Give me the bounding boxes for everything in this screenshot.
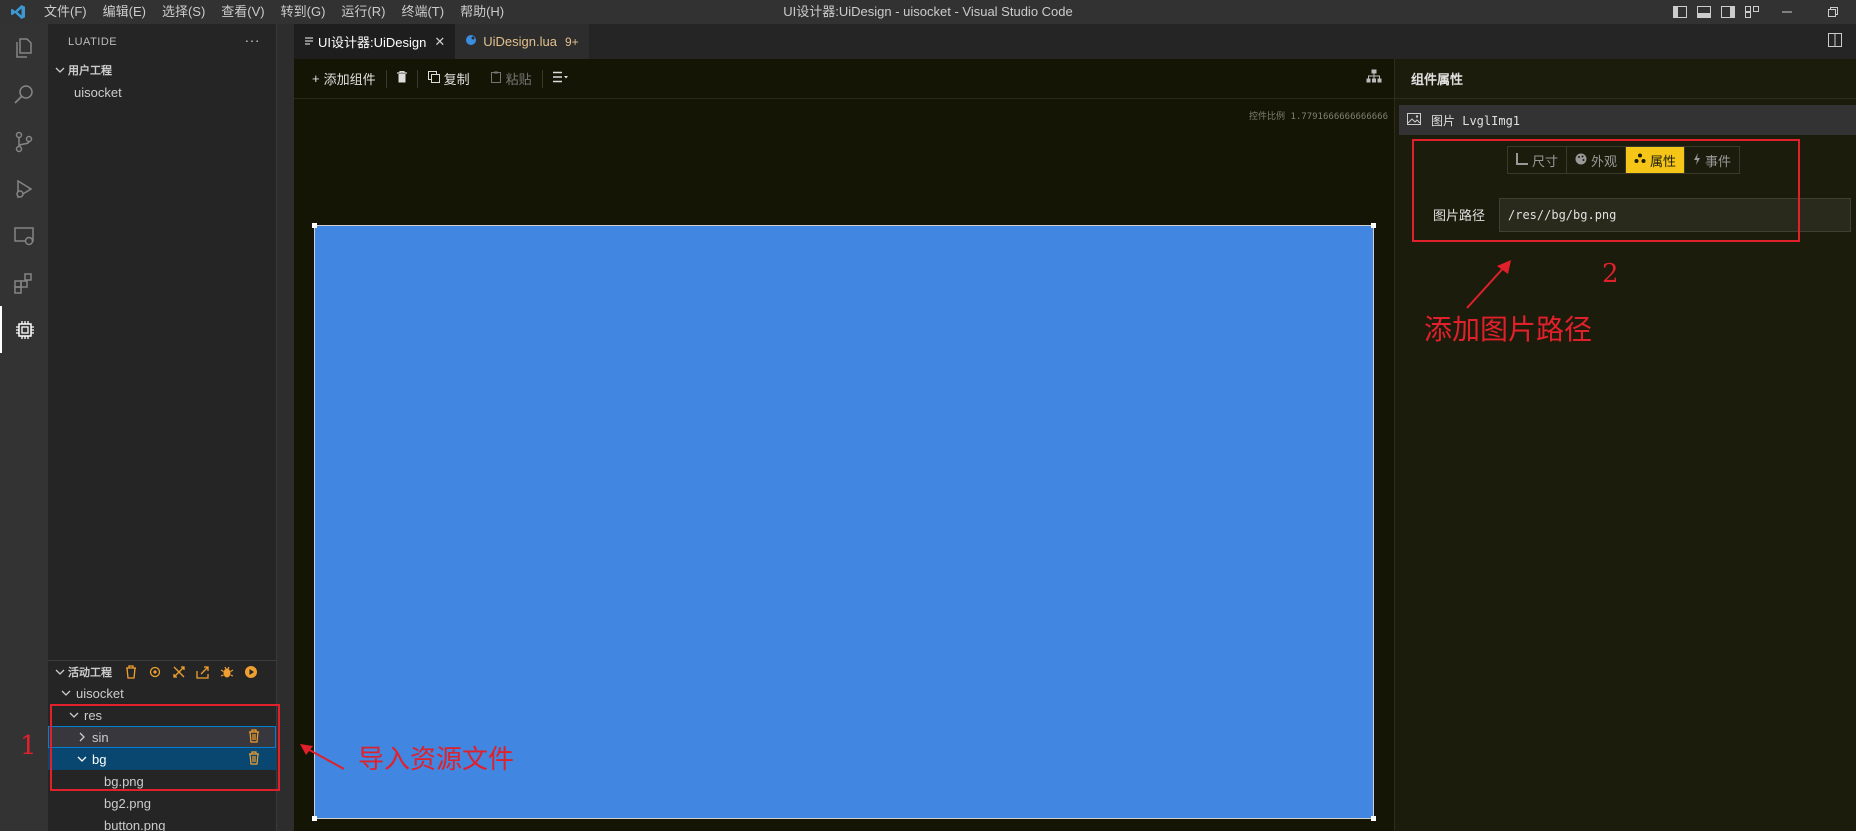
designer-toolbar: + 添加组件 复制 粘贴 (294, 59, 1394, 99)
search-icon[interactable] (0, 71, 48, 118)
menu-run[interactable]: 运行(R) (333, 0, 393, 24)
tree-file-bg2-png[interactable]: bg2.png (48, 792, 276, 814)
delete-button[interactable] (387, 65, 417, 93)
trash-icon (396, 70, 407, 86)
menu-view[interactable]: 查看(V) (213, 0, 272, 24)
tab-badge: 9+ (564, 34, 579, 49)
editor-tabs: UI设计器:UiDesign ✕ UiDesign.lua 9+ (294, 24, 1856, 59)
delete-project-icon[interactable] (122, 663, 140, 681)
paste-button[interactable]: 粘贴 (480, 65, 542, 93)
ui-designer: + 添加组件 复制 粘贴 控件比例 1.7791666666666666 (294, 59, 1394, 831)
tree-root-label: uisocket (76, 685, 124, 701)
tree-item-root[interactable]: uisocket (48, 682, 276, 704)
user-project-item-label: uisocket (74, 84, 122, 100)
toggle-sidebar-icon[interactable] (1668, 0, 1692, 24)
restore-button[interactable] (1810, 0, 1856, 24)
tab-uidesign-lua[interactable]: UiDesign.lua 9+ (455, 24, 589, 59)
tab-uidesign[interactable]: UI设计器:UiDesign ✕ (294, 24, 456, 59)
more-actions-icon[interactable]: ··· (245, 32, 261, 48)
toggle-panel-icon[interactable] (1692, 0, 1716, 24)
user-project-item[interactable]: uisocket (48, 81, 276, 103)
vscode-logo-icon (0, 0, 36, 24)
annotation-box-2 (1412, 139, 1800, 242)
luatide-chip-icon[interactable] (0, 306, 48, 353)
menu-go[interactable]: 转到(G) (273, 0, 334, 24)
annotation-box-1 (50, 704, 280, 791)
resize-handle[interactable] (312, 816, 317, 821)
menu-edit[interactable]: 编辑(E) (95, 0, 154, 24)
run-debug-icon[interactable] (0, 165, 48, 212)
project-settings-icon[interactable] (146, 663, 164, 681)
menu-file[interactable]: 文件(F) (36, 0, 95, 24)
tab-label: UiDesign.lua (483, 34, 557, 49)
resize-handle[interactable] (312, 223, 317, 228)
customize-layout-icon[interactable] (1740, 0, 1764, 24)
remote-explorer-icon[interactable] (0, 212, 48, 259)
debug-bug-icon[interactable] (218, 663, 236, 681)
annotation-text-1: 导入资源文件 (358, 745, 515, 775)
close-tab-icon[interactable]: ✕ (434, 34, 445, 50)
component-name: 图片 LvglImg1 (1431, 113, 1521, 128)
menu-terminal[interactable]: 终端(T) (393, 0, 452, 24)
scale-ratio-text: 控件比例 1.7791666666666666 (1249, 112, 1388, 122)
user-project-section[interactable]: 用户工程 (48, 59, 276, 81)
sidebar-header: LUATIDE ··· (48, 24, 276, 59)
resize-handle[interactable] (1371, 223, 1376, 228)
activity-bar (0, 24, 48, 831)
run-icon[interactable] (242, 663, 260, 681)
component-tree-icon[interactable] (1366, 69, 1382, 86)
build-tools-icon[interactable] (170, 663, 188, 681)
minimize-button[interactable] (1764, 0, 1810, 24)
annotation-arrow-2 (1466, 260, 1511, 309)
export-icon[interactable] (194, 663, 212, 681)
resize-handle[interactable] (1371, 816, 1376, 821)
sidebar-title: LUATIDE (68, 35, 118, 48)
project-toolbar (122, 663, 260, 681)
chevron-down-icon (52, 65, 68, 75)
active-project-section[interactable]: 活动工程 (48, 660, 276, 682)
split-editor-icon[interactable] (1828, 33, 1842, 50)
file-label: bg2.png (104, 795, 151, 811)
source-control-icon[interactable] (0, 118, 48, 165)
copy-icon (427, 71, 440, 86)
chevron-down-icon (52, 667, 68, 677)
add-component-button[interactable]: + 添加组件 (302, 65, 386, 93)
add-component-label: 添加组件 (323, 72, 376, 87)
preview-file-icon (304, 34, 314, 49)
tab-label: UI设计器:UiDesign (318, 35, 427, 50)
selected-component-row[interactable]: 图片 LvglImg1 (1399, 105, 1856, 135)
annotation-arrow-1 (300, 744, 345, 770)
toggle-secondary-sidebar-icon[interactable] (1716, 0, 1740, 24)
annotation-number-1: 1 (20, 731, 37, 761)
menu-bar: 文件(F) 编辑(E) 选择(S) 查看(V) 转到(G) 运行(R) 终端(T… (36, 0, 512, 24)
paste-icon (490, 71, 502, 86)
align-menu-button[interactable] (543, 65, 579, 93)
title-bar: 文件(F) 编辑(E) 选择(S) 查看(V) 转到(G) 运行(R) 终端(T… (0, 0, 1856, 24)
lua-file-icon (465, 34, 477, 49)
annotation-number-2: 2 (1602, 259, 1619, 289)
user-project-title: 用户工程 (68, 65, 112, 77)
active-project-title: 活动工程 (68, 666, 112, 679)
tree-file-button-png[interactable]: button.png (48, 814, 276, 831)
image-icon (1407, 112, 1421, 128)
paste-label: 粘贴 (505, 72, 532, 87)
image-component-canvas[interactable] (312, 223, 1376, 821)
copy-label: 复制 (443, 72, 470, 87)
window-controls (1668, 0, 1856, 24)
menu-help[interactable]: 帮助(H) (452, 0, 512, 24)
copy-button[interactable]: 复制 (418, 65, 480, 93)
align-menu-icon (552, 71, 569, 86)
file-label: button.png (104, 817, 166, 831)
properties-title: 组件属性 (1395, 59, 1856, 99)
chevron-down-icon (58, 688, 74, 698)
menu-selection[interactable]: 选择(S) (154, 0, 213, 24)
extensions-icon[interactable] (0, 259, 48, 306)
plus-icon: + (312, 71, 320, 86)
annotation-text-2: 添加图片路径 (1424, 313, 1593, 346)
explorer-icon[interactable] (0, 24, 48, 71)
